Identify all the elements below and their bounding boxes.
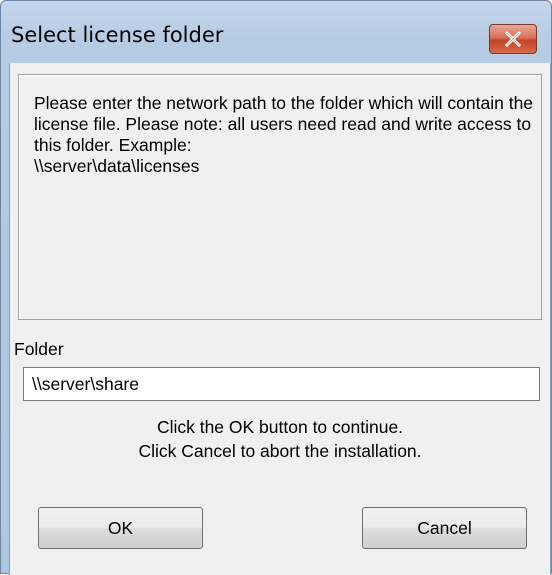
hint-continue: Click the OK button to continue. [156,417,404,437]
info-message: Please enter the network path to the fol… [34,93,534,176]
ok-button[interactable]: OK [38,507,203,549]
dialog-title: Select license folder [11,23,224,47]
close-icon [504,31,522,47]
info-panel: Please enter the network path to the fol… [18,74,542,320]
cancel-button[interactable]: Cancel [362,507,527,549]
close-button[interactable] [489,24,537,54]
title-bar[interactable]: Select license folder [1,1,551,63]
folder-label: Folder [14,339,64,359]
dialog-window: Select license folder Please enter the n… [0,0,552,575]
folder-input[interactable] [23,367,540,401]
dialog-client-area: Please enter the network path to the fol… [9,63,551,575]
hint-abort: Click Cancel to abort the installation. [138,441,422,461]
